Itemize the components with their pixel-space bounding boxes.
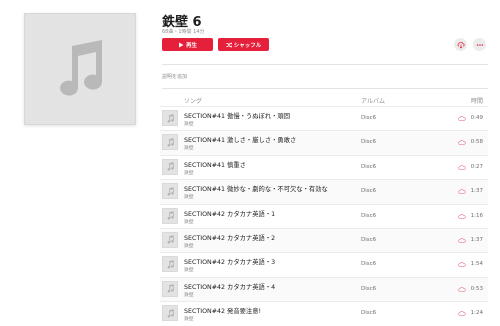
track-title: SECTION#42 カタカナ英語・3 <box>184 259 276 267</box>
track-list: SECTION#41 傲慢・うぬぼれ・頑固 鉄壁 Disc6 0:49 SECTION#… <box>160 106 488 326</box>
cloud-download-icon[interactable] <box>458 164 466 170</box>
track-title: SECTION#42 カタカナ英語・4 <box>184 283 276 291</box>
track-duration: 0:58 <box>470 139 483 146</box>
more-button[interactable] <box>473 38 486 51</box>
track-duration: 1:24 <box>470 310 483 317</box>
track-album[interactable]: Disc6 <box>361 139 376 145</box>
track-row[interactable]: SECTION#41 傲慢・うぬぼれ・頑固 鉄壁 Disc6 0:49 <box>160 106 488 130</box>
music-note-icon <box>167 260 174 269</box>
shuffle-button[interactable]: シャッフル <box>218 38 269 51</box>
track-title: SECTION#41 慎重さ <box>184 161 246 169</box>
track-artist[interactable]: 鉄壁 <box>184 266 194 273</box>
track-artwork <box>162 110 178 126</box>
cloud-download-icon[interactable] <box>458 261 466 268</box>
cloud-download-icon[interactable] <box>458 115 466 121</box>
cloud-download-icon[interactable] <box>458 286 466 292</box>
music-note-icon <box>167 235 174 244</box>
cloud-download-icon <box>457 41 465 48</box>
cloud-download-icon[interactable] <box>458 139 466 146</box>
track-duration: 1:54 <box>470 261 483 268</box>
track-duration: 1:16 <box>470 212 483 219</box>
track-row[interactable]: SECTION#42 発音要注意! 鉄壁 Disc6 1:24 <box>160 301 488 325</box>
track-row[interactable]: SECTION#42 カタカナ英語・3 鉄壁 Disc6 1:54 <box>160 252 488 276</box>
music-note-icon <box>167 284 174 293</box>
track-album[interactable]: Disc6 <box>361 237 376 243</box>
column-header-time[interactable]: 時間 <box>471 96 483 105</box>
track-row[interactable]: SECTION#42 カタカナ英語・4 鉄壁 Disc6 0:53 <box>160 276 488 302</box>
track-album[interactable]: Disc6 <box>361 213 376 219</box>
track-title: SECTION#41 微妙な・劇的な・不可欠な・有効な <box>184 186 328 194</box>
music-note-icon <box>60 40 103 96</box>
track-duration: 0:27 <box>470 163 483 170</box>
track-row[interactable]: SECTION#41 微妙な・劇的な・不可欠な・有効な 鉄壁 Disc6 1:37 <box>160 179 488 204</box>
track-artwork <box>162 305 178 322</box>
album-artwork[interactable] <box>24 13 136 125</box>
track-artwork <box>162 280 178 297</box>
track-artwork <box>162 207 178 224</box>
track-duration: 0:49 <box>470 115 483 121</box>
track-album[interactable]: Disc6 <box>361 286 376 292</box>
track-row[interactable]: SECTION#42 カタカナ英語・2 鉄壁 Disc6 1:37 <box>160 227 488 253</box>
cloud-download-icon[interactable] <box>458 188 466 194</box>
cloud-download-icon[interactable] <box>458 310 466 316</box>
track-artist[interactable]: 鉄壁 <box>184 193 194 200</box>
track-row[interactable]: SECTION#41 慎重さ 鉄壁 Disc6 0:27 <box>160 154 488 179</box>
download-button[interactable] <box>454 38 467 51</box>
more-icon <box>476 43 483 46</box>
play-icon <box>178 42 184 47</box>
track-album[interactable]: Disc6 <box>361 164 376 170</box>
play-button[interactable]: 再生 <box>162 38 213 51</box>
track-artwork <box>162 134 178 151</box>
play-button-label: 再生 <box>185 42 197 49</box>
track-artwork <box>162 231 178 248</box>
column-header-album[interactable]: アルバム <box>361 96 385 105</box>
track-row[interactable]: SECTION#41 激しさ・厳しさ・勇敢さ 鉄壁 Disc6 0:58 <box>160 130 488 155</box>
music-note-icon <box>167 186 174 196</box>
track-duration: 1:37 <box>470 236 483 243</box>
track-title: SECTION#42 カタカナ英語・2 <box>184 234 276 242</box>
track-album[interactable]: Disc6 <box>361 115 376 121</box>
music-note-icon <box>167 308 174 317</box>
track-album[interactable]: Disc6 <box>361 261 376 267</box>
music-note-icon <box>167 138 174 147</box>
track-duration: 0:53 <box>470 285 483 292</box>
track-title: SECTION#42 発音要注意! <box>184 308 262 316</box>
track-title: SECTION#41 激しさ・厳しさ・勇敢さ <box>184 137 297 145</box>
shuffle-button-label: シャッフル <box>233 42 262 49</box>
shuffle-icon <box>226 41 232 48</box>
track-artist[interactable]: 鉄壁 <box>184 144 194 151</box>
description-divider <box>162 88 488 89</box>
music-note-icon <box>167 162 174 171</box>
track-title: SECTION#42 カタカナ英語・1 <box>184 210 276 218</box>
track-duration: 1:37 <box>470 188 483 195</box>
add-description-link[interactable]: 説明を追加 <box>162 73 187 80</box>
track-artwork <box>162 183 178 200</box>
music-note-icon <box>167 113 174 122</box>
track-artist[interactable]: 鉄壁 <box>184 120 194 127</box>
track-album[interactable]: Disc6 <box>361 310 376 316</box>
track-artist[interactable]: 鉄壁 <box>184 218 194 225</box>
track-title: SECTION#41 傲慢・うぬぼれ・頑固 <box>184 113 291 120</box>
track-artwork <box>162 256 178 273</box>
track-artwork <box>162 158 178 175</box>
cloud-download-icon[interactable] <box>458 237 466 243</box>
track-artist[interactable]: 鉄壁 <box>184 291 194 298</box>
track-artist[interactable]: 鉄壁 <box>184 169 194 176</box>
column-header-song[interactable]: ソング <box>184 96 202 105</box>
album-meta: 68曲・1時間 14分 <box>162 29 205 35</box>
track-artist[interactable]: 鉄壁 <box>184 315 194 322</box>
cloud-download-icon[interactable] <box>458 213 466 219</box>
track-album[interactable]: Disc6 <box>361 188 376 194</box>
track-artist[interactable]: 鉄壁 <box>184 242 194 249</box>
track-row[interactable]: SECTION#42 カタカナ英語・1 鉄壁 Disc6 1:16 <box>160 203 488 228</box>
music-note-icon <box>167 211 174 220</box>
header-divider <box>162 64 488 65</box>
